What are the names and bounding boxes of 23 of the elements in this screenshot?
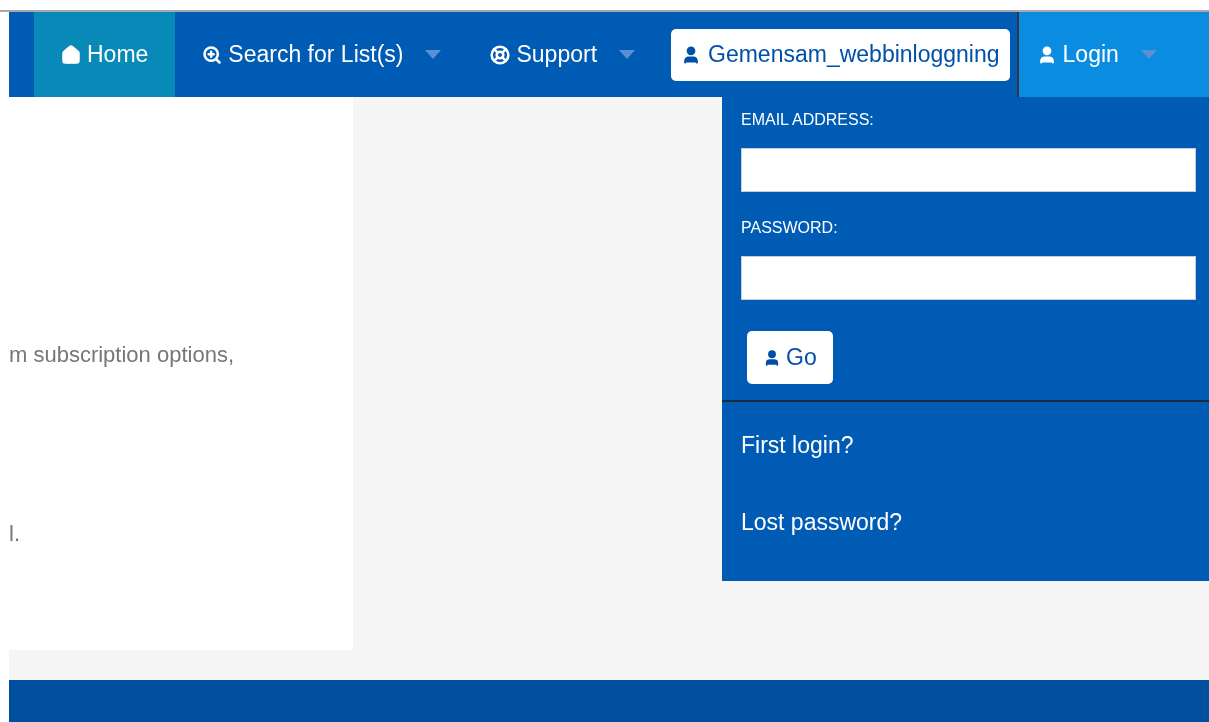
input-field[interactable]: [741, 256, 1196, 300]
user-icon: [763, 348, 781, 367]
nav-label: Search for List(s): [228, 41, 404, 68]
account-badge[interactable]: Gemensam_webbinloggning: [671, 28, 1010, 81]
home-icon: [61, 44, 81, 65]
nav-item[interactable]: Home: [34, 12, 176, 97]
input-field[interactable]: [741, 148, 1196, 192]
lifebuoy-icon: [490, 44, 511, 65]
field-label: PASSWORD:: [741, 219, 839, 237]
menu-link[interactable]: First login?: [722, 402, 1209, 459]
content-text: m subscription options,: [9, 342, 235, 368]
nav-item[interactable]: Support: [463, 12, 658, 97]
login-label: Login: [1062, 41, 1119, 68]
go-button[interactable]: Go: [747, 331, 833, 384]
login-menu-button[interactable]: Login: [1016, 12, 1209, 97]
nav-item[interactable]: Search for List(s): [175, 12, 464, 97]
zoom-in-icon: [202, 44, 223, 65]
nav-label: Support: [516, 41, 598, 68]
menu-link[interactable]: Lost password?: [722, 479, 1209, 536]
account-name: Gemensam_webbinloggning: [708, 41, 1000, 68]
content-text: l.: [9, 521, 21, 547]
nav-label: Home: [87, 41, 149, 68]
field-label: EMAIL ADDRESS:: [741, 111, 875, 129]
